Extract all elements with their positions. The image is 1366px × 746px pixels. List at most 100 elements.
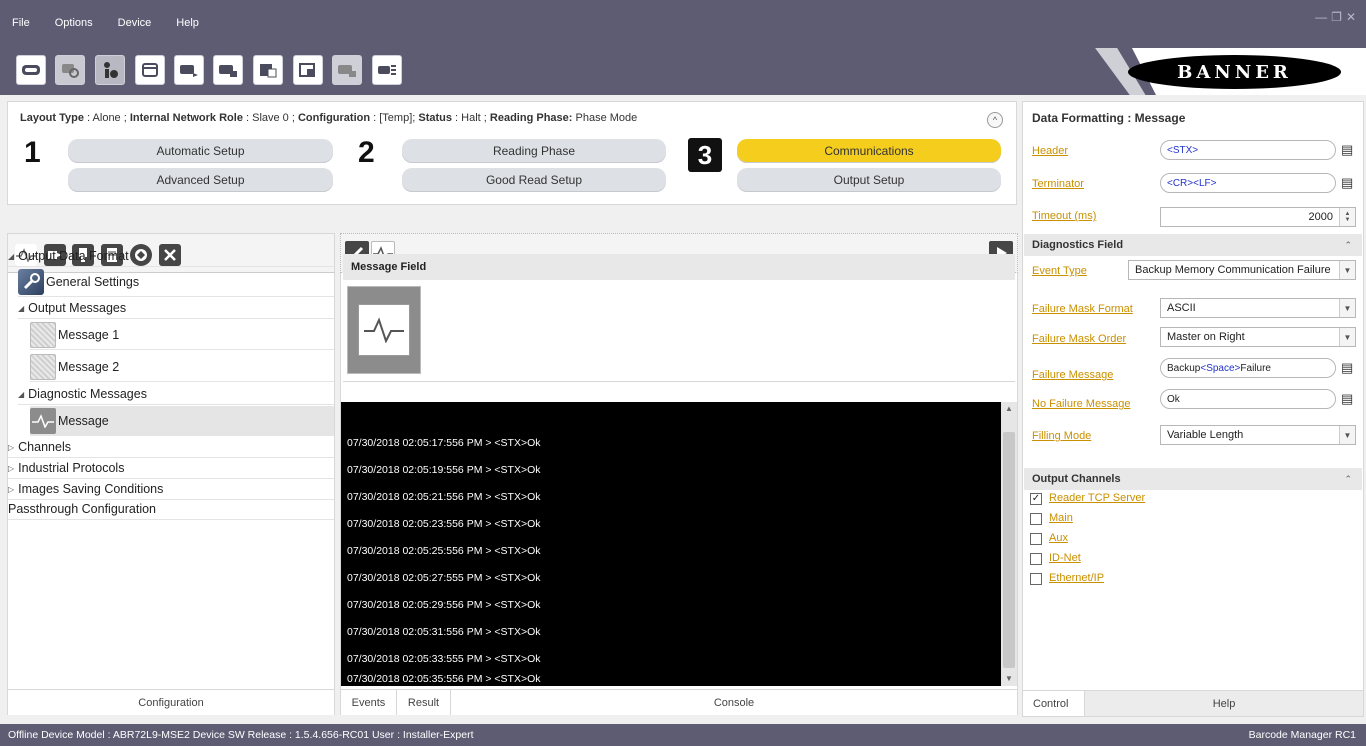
reading-phase-button[interactable]: Reading Phase [402, 139, 666, 163]
expand-triangle-icon[interactable]: ▷ [8, 464, 14, 473]
failure-mask-order-select[interactable]: Master on Right ▼ [1160, 327, 1356, 347]
send-to-device-icon[interactable] [174, 55, 204, 85]
console-line: 07/30/2018 02:05:25:556 PM > <STX>Ok [347, 545, 541, 557]
collapse-wizard-icon[interactable]: ^ [987, 112, 1003, 128]
tree-general-settings[interactable]: General Settings [18, 267, 334, 297]
menu-options[interactable]: Options [55, 17, 93, 29]
chevron-up-icon[interactable]: ⌃ [1344, 240, 1352, 251]
failure-mask-format-select[interactable]: ASCII ▼ [1160, 298, 1356, 318]
reader-tcp-server-checkbox[interactable]: ✓ [1030, 493, 1042, 505]
dropdown-arrow-icon[interactable]: ▼ [1339, 426, 1355, 444]
advanced-setup-button[interactable]: Advanced Setup [68, 168, 333, 192]
tree-output-messages[interactable]: ◢ Output Messages [18, 298, 334, 319]
tree-label: Diagnostic Messages [28, 387, 147, 401]
failure-mask-order-value: Master on Right [1167, 331, 1245, 343]
filling-mode-select[interactable]: Variable Length ▼ [1160, 425, 1356, 445]
chevron-up-icon[interactable]: ⌃ [1344, 474, 1352, 485]
diagnostics-field-section[interactable]: Diagnostics Field ⌃ [1024, 234, 1362, 256]
main-label[interactable]: Main [1049, 512, 1073, 524]
tab-control[interactable]: Control [1023, 690, 1085, 716]
status-label: Status [418, 112, 452, 124]
failure-mask-order-label[interactable]: Failure Mask Order [1032, 333, 1126, 345]
id-net-checkbox[interactable] [1030, 553, 1042, 565]
console-scrollbar[interactable]: ▲ ▼ [1001, 402, 1017, 686]
tree-output-data-format[interactable]: ◢ Output Data Format [8, 246, 334, 267]
diagnostic-field-icon[interactable] [347, 286, 421, 374]
tree-industrial-protocols[interactable]: ▷ Industrial Protocols [8, 458, 334, 479]
aux-checkbox[interactable] [1030, 533, 1042, 545]
main-checkbox[interactable] [1030, 513, 1042, 525]
edit-list-icon[interactable]: ▤ [1341, 143, 1355, 157]
aux-label[interactable]: Aux [1049, 532, 1068, 544]
tab-help[interactable]: Help [1085, 690, 1363, 716]
menu-help[interactable]: Help [176, 17, 199, 29]
network-role-value: : Slave 0 ; [242, 112, 298, 124]
configuration-tab[interactable]: Configuration [8, 689, 334, 715]
minimize-icon[interactable]: — [1315, 10, 1327, 24]
collapse-triangle-icon[interactable]: ◢ [18, 304, 24, 313]
tree-message-1[interactable]: Message 1 [30, 320, 334, 350]
device-icon[interactable] [16, 55, 46, 85]
tree-channels[interactable]: ▷ Channels [8, 437, 334, 458]
title-bar: File Options Device Help — ❐ ✕ [0, 0, 1366, 48]
load-from-device-icon[interactable] [253, 55, 283, 85]
timeout-field[interactable]: 2000 ▲ ▼ [1160, 207, 1356, 227]
failure-message-field[interactable]: Backup <Space> Failure [1160, 358, 1336, 378]
window-icon[interactable] [135, 55, 165, 85]
automatic-setup-button[interactable]: Automatic Setup [68, 139, 333, 163]
spinner-icon[interactable]: ▲ ▼ [1339, 208, 1355, 226]
failure-message-label[interactable]: Failure Message [1032, 369, 1113, 381]
device-settings-icon[interactable] [95, 55, 125, 85]
collapse-triangle-icon[interactable]: ◢ [8, 252, 14, 261]
tree-message-2[interactable]: Message 2 [30, 352, 334, 382]
no-failure-message-field[interactable]: Ok [1160, 389, 1336, 409]
dropdown-arrow-icon[interactable]: ▼ [1339, 328, 1355, 346]
good-read-setup-button[interactable]: Good Read Setup [402, 168, 666, 192]
communications-button[interactable]: Communications [737, 139, 1001, 163]
header-label[interactable]: Header [1032, 145, 1068, 157]
tree-message[interactable]: Message [30, 406, 334, 436]
event-type-label[interactable]: Event Type [1032, 265, 1087, 277]
menu-file[interactable]: File [12, 17, 30, 29]
import-config-icon[interactable] [332, 55, 362, 85]
scrollbar-thumb[interactable] [1003, 432, 1015, 668]
scroll-down-icon[interactable]: ▼ [1001, 672, 1017, 686]
tree-passthrough-configuration[interactable]: Passthrough Configuration [8, 499, 334, 520]
network-config-icon[interactable] [372, 55, 402, 85]
terminator-field[interactable]: <CR><LF> [1160, 173, 1336, 193]
tab-events[interactable]: Events [341, 689, 397, 715]
reader-tcp-server-label[interactable]: Reader TCP Server [1049, 492, 1145, 504]
id-net-label[interactable]: ID-Net [1049, 552, 1081, 564]
timeout-value: 2000 [1308, 211, 1333, 223]
tree-diagnostic-messages[interactable]: ◢ Diagnostic Messages [18, 384, 334, 405]
search-device-icon[interactable] [55, 55, 85, 85]
tab-console[interactable]: Console [451, 689, 1017, 715]
event-type-select[interactable]: Backup Memory Communication Failure ▼ [1128, 260, 1356, 280]
ethernet-ip-label[interactable]: Ethernet/IP [1049, 572, 1104, 584]
scroll-up-icon[interactable]: ▲ [1001, 402, 1017, 416]
timeout-label[interactable]: Timeout (ms) [1032, 210, 1096, 222]
output-channels-section[interactable]: Output Channels ⌃ [1024, 468, 1362, 490]
save-to-device-icon[interactable] [213, 55, 243, 85]
edit-list-icon[interactable]: ▤ [1341, 392, 1355, 406]
collapse-triangle-icon[interactable]: ◢ [18, 390, 24, 399]
restore-icon[interactable]: ❐ [1331, 10, 1342, 24]
filling-mode-label[interactable]: Filling Mode [1032, 430, 1091, 442]
tab-result[interactable]: Result [397, 689, 451, 715]
terminator-label[interactable]: Terminator [1032, 178, 1084, 190]
failure-mask-format-label[interactable]: Failure Mask Format [1032, 303, 1133, 315]
expand-triangle-icon[interactable]: ▷ [8, 443, 14, 452]
export-config-icon[interactable] [293, 55, 323, 85]
menu-device[interactable]: Device [118, 17, 152, 29]
no-failure-message-label[interactable]: No Failure Message [1032, 398, 1130, 410]
tree-images-saving-conditions[interactable]: ▷ Images Saving Conditions [8, 479, 334, 500]
header-field[interactable]: <STX> [1160, 140, 1336, 160]
edit-list-icon[interactable]: ▤ [1341, 176, 1355, 190]
edit-list-icon[interactable]: ▤ [1341, 361, 1355, 375]
dropdown-arrow-icon[interactable]: ▼ [1339, 261, 1355, 279]
ethernet-ip-checkbox[interactable] [1030, 573, 1042, 585]
close-icon[interactable]: ✕ [1346, 10, 1356, 24]
output-setup-button[interactable]: Output Setup [737, 168, 1001, 192]
expand-triangle-icon[interactable]: ▷ [8, 485, 14, 494]
dropdown-arrow-icon[interactable]: ▼ [1339, 299, 1355, 317]
